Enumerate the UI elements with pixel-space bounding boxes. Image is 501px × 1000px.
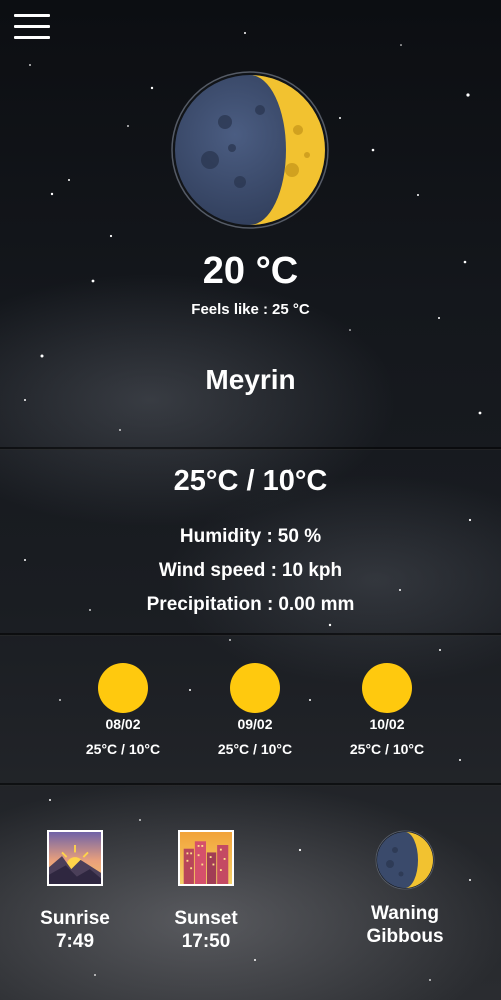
precipitation-label: Precipitation : — [146, 594, 274, 615]
wind-speed-value: 10 kph — [281, 560, 343, 581]
sun-icon — [98, 663, 148, 713]
forecast-date: 09/02 — [237, 716, 273, 732]
feels-like-label: Feels like : — [191, 301, 269, 318]
feels-like: Feels like :25 °C — [0, 301, 501, 318]
precipitation-row: Precipitation :0.00 mm — [0, 594, 501, 616]
waning-gibbous-moon-icon — [171, 71, 329, 229]
hamburger-menu-icon — [14, 14, 50, 17]
forecast-range: 25°C / 10°C — [349, 741, 425, 757]
sunrise-label: Sunrise — [40, 908, 110, 929]
current-temperature: 20 °C — [202, 250, 299, 292]
forecast-day[interactable]: 09/02 25°C / 10°C — [209, 658, 301, 768]
moon-phase-tile: Waning Gibbous — [345, 830, 465, 948]
wind-speed-label: Wind speed : — [158, 560, 277, 581]
section-divider — [0, 447, 501, 450]
wind-speed-row: Wind speed :10 kph — [0, 560, 501, 582]
precipitation-value: 0.00 mm — [278, 594, 355, 615]
sun-icon — [362, 663, 412, 713]
sunrise-tile: Sunrise 7:49 — [15, 830, 135, 953]
waning-gibbous-moon-icon — [375, 830, 435, 890]
sunset-time: 17:50 — [181, 931, 231, 952]
forecast-date: 08/02 — [105, 716, 141, 732]
sunset-tile: Sunset 17:50 — [146, 830, 266, 953]
moon-phase-line-1: Waning — [371, 903, 439, 924]
min-max-temperature: 25°C / 10°C — [173, 465, 328, 497]
menu-button[interactable] — [14, 14, 50, 40]
forecast-range: 25°C / 10°C — [217, 741, 293, 757]
sun-icon — [230, 663, 280, 713]
sunrise-time: 7:49 — [55, 931, 95, 952]
humidity-label: Humidity : — [179, 526, 273, 547]
sunrise-icon — [47, 830, 103, 886]
humidity-value: 50 % — [277, 526, 322, 547]
moon-phase-line-2: Gibbous — [366, 926, 444, 947]
forecast-range: 25°C / 10°C — [85, 741, 161, 757]
section-divider — [0, 633, 501, 636]
sunset-city-icon — [178, 830, 234, 886]
feels-like-value: 25 °C — [272, 301, 310, 318]
forecast-date: 10/02 — [369, 716, 405, 732]
forecast-day[interactable]: 10/02 25°C / 10°C — [341, 658, 433, 768]
city-name: Meyrin — [205, 364, 296, 395]
sunset-label: Sunset — [174, 908, 238, 929]
forecast-day[interactable]: 08/02 25°C / 10°C — [77, 658, 169, 768]
section-divider — [0, 783, 501, 786]
humidity-row: Humidity :50 % — [0, 526, 501, 548]
